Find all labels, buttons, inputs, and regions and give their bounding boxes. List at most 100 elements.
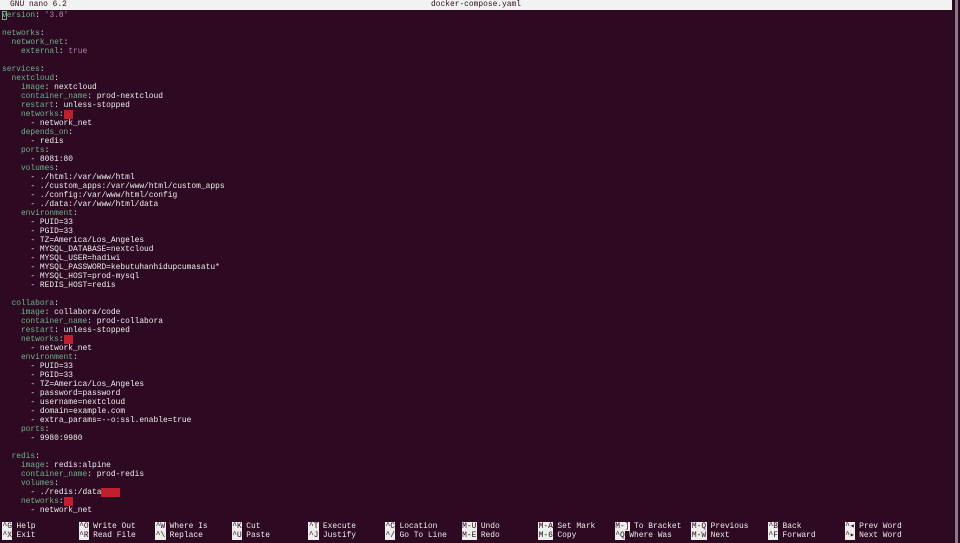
shortcut-where-is[interactable]: ^W Where Is [155, 522, 208, 531]
yaml-value: - PGID=33 [2, 370, 74, 380]
editor-line[interactable]: - network_net [2, 344, 225, 353]
editor-line[interactable]: depends_on: [2, 128, 225, 137]
editor-line[interactable]: - ./html:/var/www/html [2, 173, 225, 182]
shortcut-label: Set Mark [557, 522, 596, 531]
shortcut-help[interactable]: ^G Help [2, 522, 35, 531]
shortcut-copy[interactable]: M-6 Copy [538, 531, 576, 540]
shortcut-next[interactable]: M-W Next [691, 531, 730, 540]
editor-line[interactable]: networks: [2, 29, 225, 38]
shortcut-set-mark[interactable]: M-A Set Mark [538, 522, 595, 531]
editor-line[interactable]: - username=nextcloud [2, 398, 225, 407]
yaml-value: : [73, 208, 78, 218]
editor-line[interactable]: - ./data:/var/www/html/data [2, 200, 225, 209]
editor-line[interactable]: - domain=example.com [2, 407, 225, 416]
editor-line[interactable]: - REDIS_HOST=redis [2, 281, 225, 290]
editor-line[interactable]: - MYSQL_HOST=prod-mysql [2, 272, 225, 281]
shortcut-prev-word[interactable]: ^◂ Prev Word [844, 522, 902, 531]
shortcut-read-file[interactable]: ^R Read File [78, 531, 136, 540]
shortcut-execute[interactable]: ^T Execute [308, 522, 356, 531]
shortcut-where-was[interactable]: ^Q Where Was [614, 531, 672, 540]
editor-line[interactable]: - PGID=33 [2, 227, 225, 236]
shortcut-justify[interactable]: ^J Justify [308, 531, 356, 540]
yaml-value: : [35, 10, 45, 20]
editor-line[interactable]: services: [2, 65, 225, 74]
shortcut-location[interactable]: ^C Location [385, 522, 437, 531]
yaml-key: environment [2, 352, 74, 362]
editor-line[interactable]: - extra_params=--o:ssl.enable=true [2, 416, 225, 425]
editor-line[interactable]: version: '3.8' [2, 10, 225, 20]
yaml-value: - network_net [2, 343, 92, 353]
shortcut-replace[interactable]: ^\ Replace [155, 531, 203, 540]
editor-line[interactable]: - TZ=America/Los_Angeles [2, 236, 225, 245]
shortcut-paste[interactable]: ^U Paste [231, 531, 270, 540]
editor-line[interactable] [2, 290, 225, 299]
editor-line[interactable]: volumes: [2, 164, 225, 173]
editor-line[interactable]: redis: [2, 452, 225, 461]
shortcut-redo[interactable]: M-E Redo [461, 531, 500, 540]
shortcut-undo[interactable]: M-U Undo [461, 522, 500, 531]
shortcut-go-to-line[interactable]: ^/Go To Line [385, 531, 447, 540]
yaml-key: nextcloud [2, 73, 55, 83]
editor-line[interactable]: container_name: prod-collabora [2, 317, 225, 326]
editor-line[interactable]: volumes: [2, 479, 225, 488]
yaml-value: : [35, 451, 40, 461]
editor-text-area[interactable]: version: '3.8' networks: network_net: ex… [2, 10, 225, 515]
editor-line[interactable]: restart: unless-stopped [2, 101, 225, 110]
shortcut-label: Go To Line [399, 531, 447, 540]
editor-line[interactable]: - ./redis:/data [2, 487, 225, 497]
editor-line[interactable]: networks: [2, 334, 225, 344]
shortcut-forward[interactable]: ^F Forward [768, 531, 816, 540]
shortcut-write-out[interactable]: ^O Write Out [78, 522, 136, 531]
editor-line[interactable]: ports: [2, 146, 225, 155]
editor-line[interactable]: - TZ=America/Los_Angeles [2, 380, 225, 389]
shortcut-key: ^C [385, 522, 396, 531]
shortcut-cut[interactable]: ^K Cut [231, 522, 261, 531]
editor-line[interactable]: - MYSQL_PASSWORD=kebutuhanhidupcumasatu* [2, 263, 225, 272]
shortcut-exit[interactable]: ^X Exit [2, 531, 35, 540]
editor-line[interactable]: network_net: [2, 38, 225, 47]
editor-line[interactable]: image: redis:alpine [2, 461, 225, 470]
editor-line[interactable]: container_name: prod-nextcloud [2, 92, 225, 101]
editor-line[interactable]: - 9980:9980 [2, 434, 225, 443]
editor-line[interactable]: nextcloud: [2, 74, 225, 83]
editor-line[interactable]: image: nextcloud [2, 83, 225, 92]
shortcut-bar: ^G Help ^O Write Out ^W Where Is ^K Cut ^T Execut… [2, 522, 942, 540]
editor-line[interactable] [2, 20, 225, 29]
yaml-value: - 8081:80 [2, 154, 74, 164]
editor-line[interactable]: - PUID=33 [2, 362, 225, 371]
editor-line[interactable]: - ./config:/var/www/html/config [2, 191, 225, 200]
editor-line[interactable]: image: collabora/code [2, 308, 225, 317]
editor-line[interactable]: - 8081:80 [2, 155, 225, 164]
yaml-key: networks [2, 496, 59, 506]
editor-line[interactable]: environment: [2, 209, 225, 218]
shortcut-next-word[interactable]: ^▸ Next Word [844, 531, 902, 540]
editor-line[interactable] [2, 56, 225, 65]
editor-line[interactable]: - redis [2, 137, 225, 146]
shortcut-label: Replace [169, 531, 203, 540]
editor-line[interactable]: - network_net [2, 506, 225, 515]
editor-line[interactable]: - ./custom_apps:/var/www/html/custom_app… [2, 182, 224, 191]
editor-line[interactable]: - MYSQL_USER=hadiwi [2, 254, 225, 263]
yaml-value: - PGID=33 [2, 226, 74, 236]
editor-line[interactable]: collabora: [2, 299, 225, 308]
editor-line[interactable]: environment: [2, 353, 225, 362]
editor-line[interactable]: external: true [2, 47, 225, 56]
editor-line[interactable]: - PUID=33 [2, 218, 225, 227]
shortcut-label: Prev Word [859, 522, 902, 531]
editor-line[interactable]: ports: [2, 425, 225, 434]
editor-line[interactable]: - MYSQL_DATABASE=nextcloud [2, 245, 225, 254]
editor-line[interactable]: - password=password [2, 389, 225, 398]
editor-line[interactable]: networks: [2, 496, 225, 506]
editor-line[interactable]: networks: [2, 109, 225, 119]
editor-line[interactable]: container_name: prod-redis [2, 470, 225, 479]
shortcut-to-bracket[interactable]: M-] To Bracket [614, 522, 681, 531]
editor-line[interactable]: - network_net [2, 119, 225, 128]
editor-line[interactable] [2, 443, 225, 452]
editor-line[interactable]: - PGID=33 [2, 371, 225, 380]
scrollbar[interactable] [955, 0, 958, 543]
shortcut-key: M-E [461, 531, 477, 540]
scrollbar-thumb[interactable] [955, 0, 958, 543]
shortcut-back[interactable]: ^B Back [768, 522, 801, 531]
editor-line[interactable]: restart: unless-stopped [2, 326, 225, 335]
shortcut-previous[interactable]: M-Q Previous [691, 522, 749, 531]
